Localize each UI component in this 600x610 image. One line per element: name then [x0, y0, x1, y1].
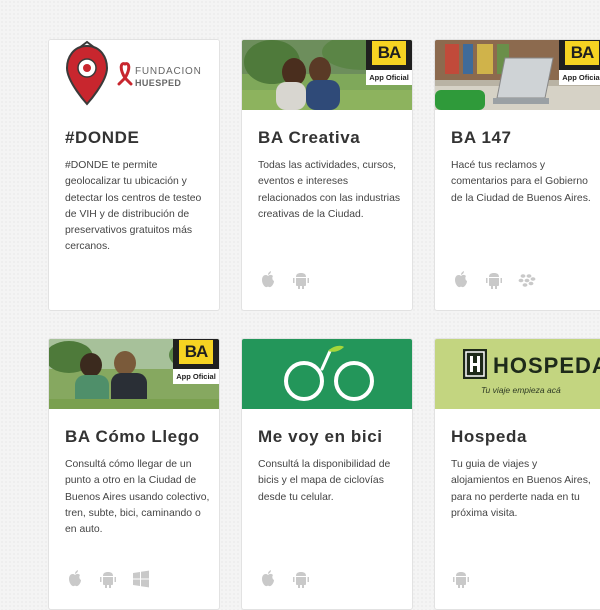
- card-description: Hacé tus reclamos y comentarios para el …: [451, 160, 591, 204]
- card-title: BA Cómo Llego: [65, 427, 200, 446]
- platform-list: [258, 569, 311, 589]
- card-title: Hospeda: [451, 427, 527, 446]
- windows-icon[interactable]: [131, 569, 151, 589]
- platform-list: [451, 270, 537, 290]
- android-icon[interactable]: [484, 270, 504, 290]
- card-description: Todas las actividades, cursos, eventos e…: [258, 160, 401, 220]
- card-title: BA 147: [451, 128, 512, 147]
- hospeda-wordmark: HOSPEDA: [493, 353, 600, 378]
- bici-logo: [242, 339, 412, 409]
- card-title: Me voy en bici: [258, 427, 383, 446]
- card-description: Consultá la disponibilidad de bicis y el…: [258, 459, 391, 503]
- platform-list: [65, 569, 151, 589]
- apple-icon[interactable]: [451, 270, 471, 290]
- ba-official-badge: BA App Oficial: [366, 40, 412, 85]
- huesped-label: HUESPED: [135, 78, 182, 88]
- app-card-me-voy-en-bici[interactable]: Me voy en bici Consultá la disponibilida…: [241, 338, 413, 610]
- card-description: #DONDE te permite geolocalizar tu ubicac…: [65, 160, 202, 253]
- card-title: BA Creativa: [258, 128, 361, 147]
- platform-list: [258, 270, 311, 290]
- blackberry-icon[interactable]: [517, 270, 537, 290]
- app-card-ba-creativa[interactable]: BA App Oficial BA Creativa Todas las act…: [241, 39, 413, 311]
- ba-official-badge: BA App Oficial: [559, 40, 600, 85]
- ba-logo: BA: [372, 41, 406, 65]
- ba-official-badge: BA App Oficial: [173, 339, 219, 384]
- app-card-hospeda[interactable]: HOSPEDA Tu viaje empieza acá Hospeda Tu …: [434, 338, 600, 610]
- android-icon[interactable]: [291, 270, 311, 290]
- fundacion-label: FUNDACION: [135, 66, 202, 77]
- app-oficial-label: App Oficial: [366, 70, 412, 85]
- hospeda-logo: HOSPEDA Tu viaje empieza acá: [435, 339, 600, 409]
- apple-icon[interactable]: [258, 569, 278, 589]
- app-card-ba-como-llego[interactable]: BA App Oficial BA Cómo Llego Consultá có…: [48, 338, 220, 610]
- ba-creativa-photo: BA App Oficial: [242, 40, 412, 110]
- card-description: Tu guia de viajes y alojamientos en Buen…: [451, 459, 591, 519]
- app-oficial-label: App Oficial: [173, 369, 219, 384]
- ba-logo: BA: [179, 340, 213, 364]
- android-icon[interactable]: [98, 569, 118, 589]
- apple-icon[interactable]: [258, 270, 278, 290]
- android-icon[interactable]: [451, 569, 471, 589]
- card-description: Consultá cómo llegar de un punto a otro …: [65, 459, 210, 536]
- ba-como-llego-photo: BA App Oficial: [49, 339, 219, 409]
- app-card-donde[interactable]: FUNDACION HUESPED #DONDE #DONDE te permi…: [48, 39, 220, 311]
- app-card-ba-147[interactable]: BA App Oficial BA 147 Hacé tus reclamos …: [434, 39, 600, 311]
- hospeda-tagline: Tu viaje empieza acá: [481, 385, 561, 395]
- ba-147-photo: BA App Oficial: [435, 40, 600, 110]
- card-title: #DONDE: [65, 128, 140, 147]
- apple-icon[interactable]: [65, 569, 85, 589]
- donde-logo: FUNDACION HUESPED: [49, 40, 219, 110]
- app-oficial-label: App Oficial: [559, 70, 600, 85]
- android-icon[interactable]: [291, 569, 311, 589]
- ba-logo: BA: [565, 41, 599, 65]
- platform-list: [451, 569, 471, 589]
